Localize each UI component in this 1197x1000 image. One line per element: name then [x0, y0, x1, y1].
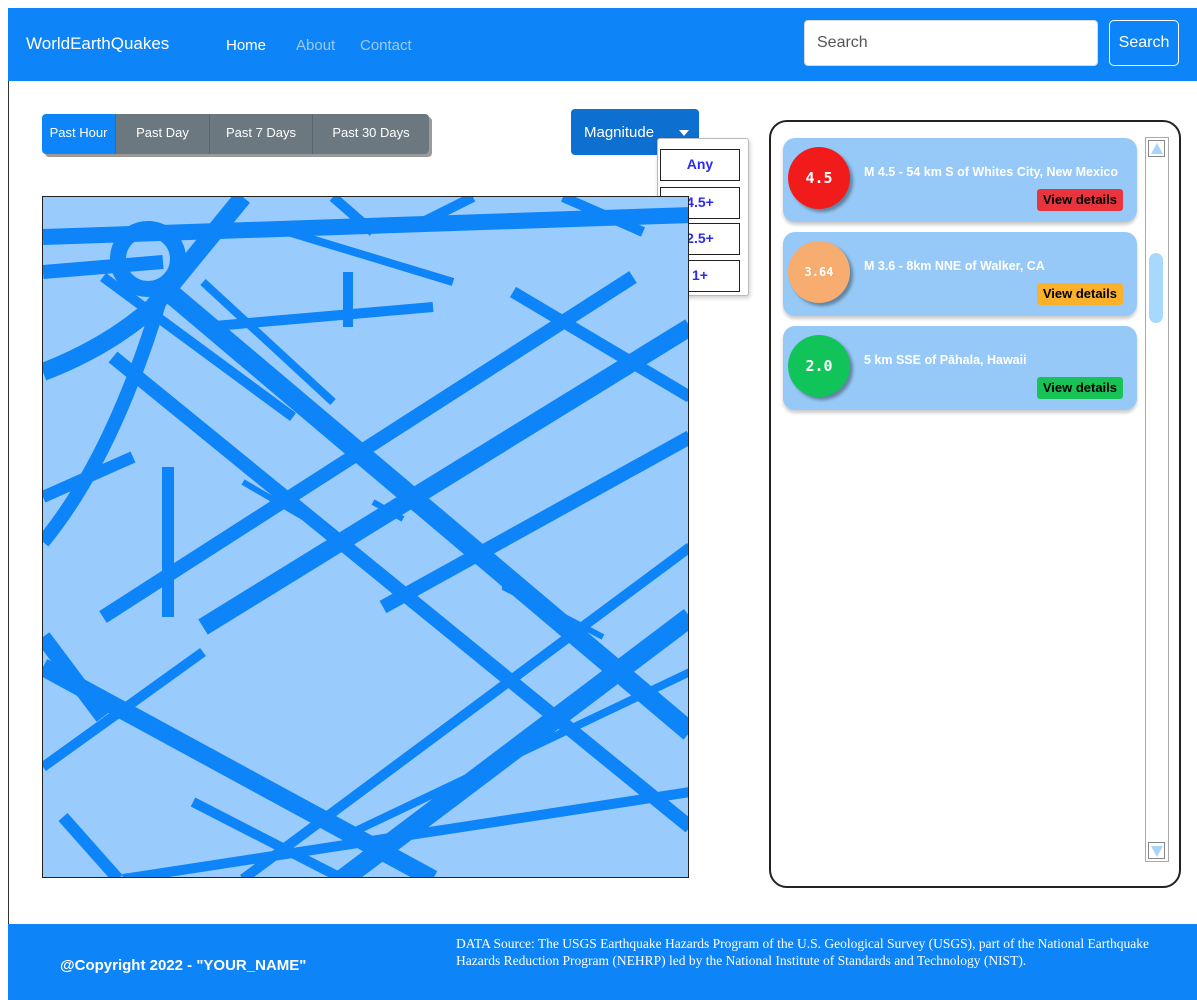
brand-logo[interactable]: WorldEarthQuakes [26, 34, 169, 54]
earthquake-list-panel: 4.5 M 4.5 - 54 km S of Whites City, New … [769, 120, 1181, 888]
view-details-button[interactable]: View details [1036, 189, 1123, 211]
caret-down-icon [679, 130, 689, 136]
nav-link-about[interactable]: About [296, 37, 335, 54]
earthquake-title: M 4.5 - 54 km S of Whites City, New Mexi… [864, 165, 1118, 179]
earthquake-title: M 3.6 - 8km NNE of Walker, CA [864, 259, 1045, 273]
map[interactable] [42, 196, 689, 878]
earthquake-title: 5 km SSE of Pāhala, Hawaii [864, 353, 1027, 367]
map-streets-graphic [43, 197, 688, 877]
footer-data-source: DATA Source: The USGS Earthquake Hazards… [456, 936, 1150, 968]
earthquake-card[interactable]: 4.5 M 4.5 - 54 km S of Whites City, New … [783, 138, 1137, 222]
nav-link-home[interactable]: Home [226, 37, 266, 54]
scroll-down-arrow-icon[interactable] [1148, 842, 1165, 859]
footer: @Copyright 2022 - "YOUR_NAME" DATA Sourc… [8, 924, 1197, 1000]
view-details-button[interactable]: View details [1036, 377, 1123, 399]
filter-past-hour-button[interactable]: Past Hour [42, 114, 115, 154]
magnitude-badge: 4.5 [788, 147, 850, 209]
magnitude-badge: 3.64 [788, 241, 850, 303]
nav-link-contact[interactable]: Contact [360, 37, 412, 54]
search-input[interactable] [804, 20, 1098, 66]
navbar: WorldEarthQuakes Home About Contact Sear… [8, 8, 1197, 81]
scrollbar-thumb[interactable] [1149, 253, 1163, 323]
magnitude-option-any[interactable]: Any [660, 149, 740, 181]
footer-copyright: @Copyright 2022 - "YOUR_NAME" [60, 957, 307, 974]
magnitude-badge: 2.0 [788, 335, 850, 397]
page-left-border [8, 81, 9, 924]
earthquake-card[interactable]: 3.64 M 3.6 - 8km NNE of Walker, CA View … [783, 232, 1137, 316]
earthquake-card[interactable]: 2.0 5 km SSE of Pāhala, Hawaii View deta… [783, 326, 1137, 410]
magnitude-label: Magnitude [584, 123, 655, 141]
view-details-button[interactable]: View details [1036, 283, 1123, 305]
list-scrollbar[interactable] [1145, 137, 1169, 862]
filter-past-day-button[interactable]: Past Day [115, 114, 209, 154]
search-button[interactable]: Search [1109, 20, 1179, 66]
filter-past-30-days-button[interactable]: Past 30 Days [312, 114, 429, 154]
filter-past-7-days-button[interactable]: Past 7 Days [209, 114, 312, 154]
time-filter-group: Past Hour Past Day Past 7 Days Past 30 D… [42, 114, 429, 154]
scroll-up-arrow-icon[interactable] [1148, 140, 1165, 157]
